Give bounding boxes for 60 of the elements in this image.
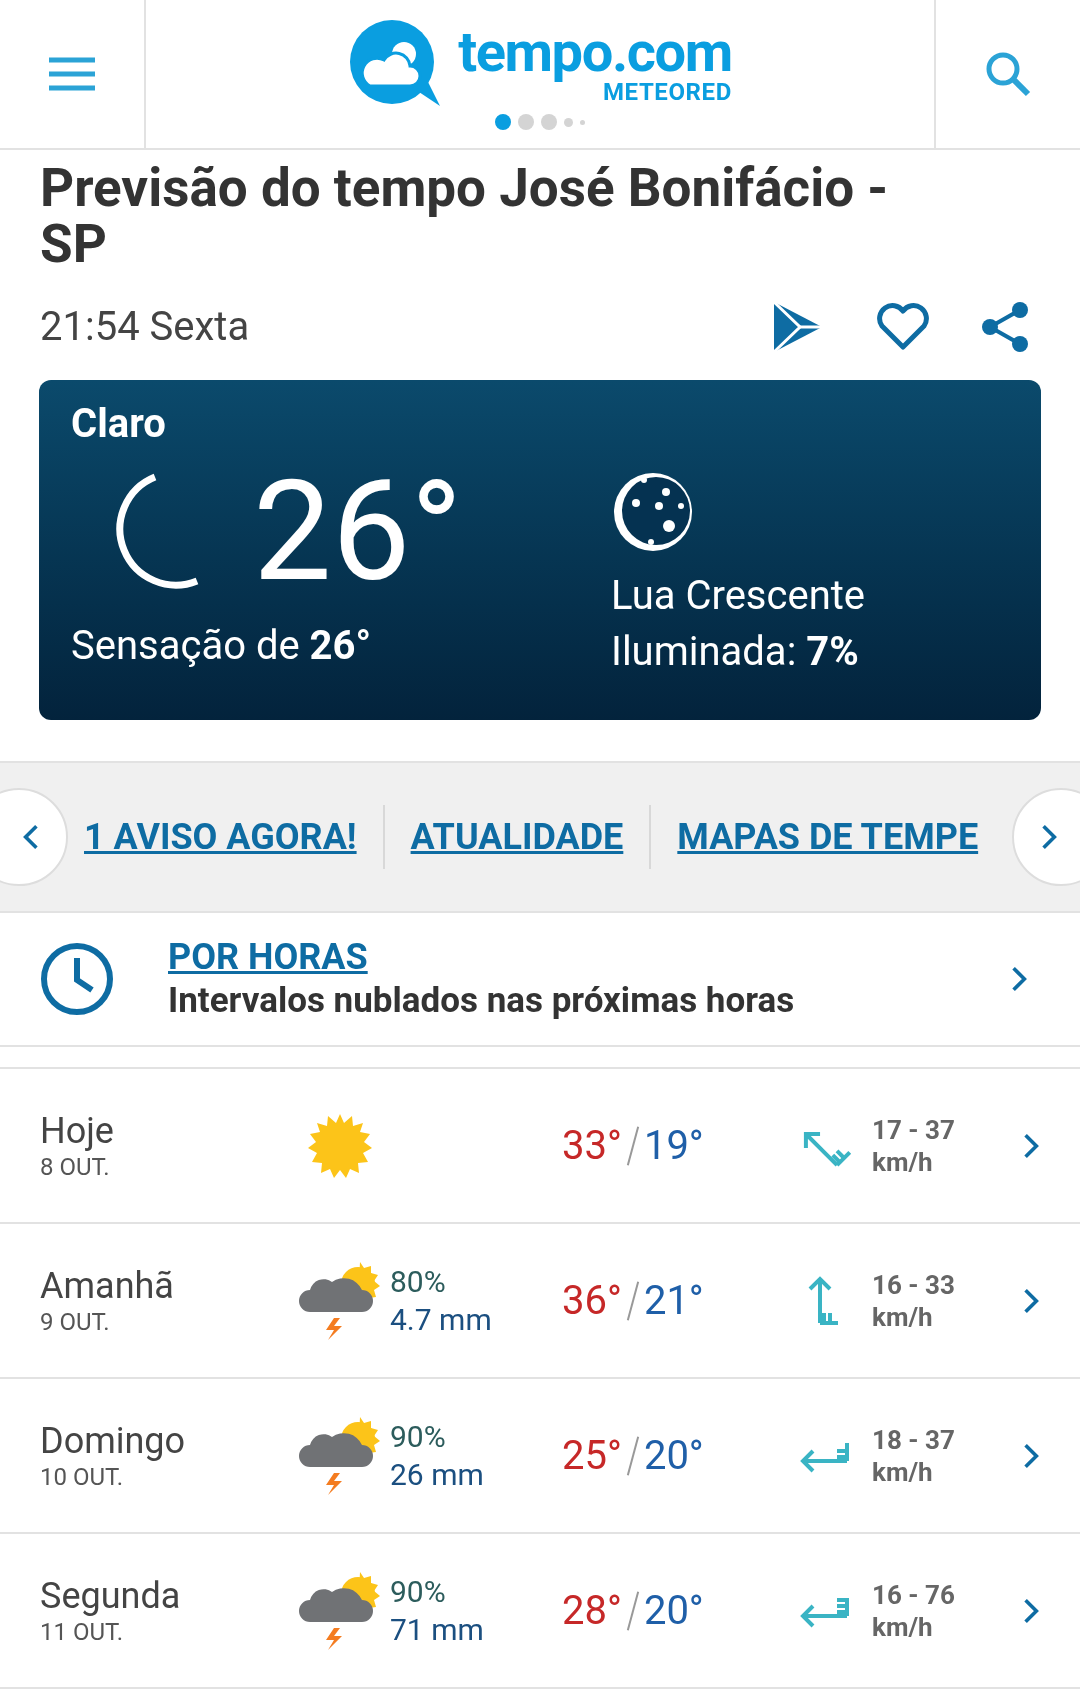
- local-time: 21:54 Sexta: [40, 302, 251, 352]
- wind-speed: 18 - 37: [872, 1423, 955, 1456]
- logo-subtitle: METEORED: [602, 80, 732, 104]
- forecast-row[interactable]: Segunda 11 OUT. 90% 71 mm 28° 20° 16 - 76 km/h: [0, 1534, 1080, 1689]
- nav-link[interactable]: MAPAS DE TEMPE: [677, 810, 979, 864]
- day-name: Segunda: [40, 1574, 182, 1617]
- condition-label: Claro: [71, 404, 167, 444]
- rain-amount: 26 mm: [390, 1455, 484, 1494]
- day-name: Amanhã: [40, 1264, 175, 1307]
- wind-unit: km/h: [872, 1300, 934, 1333]
- max-temperature: 33°: [562, 1120, 622, 1171]
- nav-link[interactable]: 1 AVISO AGORA!: [84, 810, 357, 864]
- day-date: 9 OUT.: [40, 1306, 111, 1337]
- max-temperature: 25°: [562, 1430, 622, 1481]
- logo-wordmark: tempo.com: [458, 24, 732, 80]
- chevron-left-icon: [22, 822, 40, 852]
- sun-icon: [307, 1112, 373, 1179]
- min-temperature: 19°: [643, 1120, 704, 1171]
- wind-speed: 16 - 76: [872, 1578, 955, 1611]
- page-title: Previsão do tempo José Bonifácio - SP: [40, 160, 890, 272]
- share-icon: [980, 300, 1030, 354]
- day-date: 8 OUT.: [40, 1151, 111, 1182]
- moon-phase-icon: [611, 470, 695, 554]
- max-temperature: 36°: [562, 1275, 622, 1326]
- clock-icon: [40, 942, 114, 1016]
- min-temperature: 21°: [643, 1275, 704, 1326]
- min-temperature: 20°: [643, 1430, 704, 1481]
- chevron-right-icon: [1040, 822, 1058, 852]
- rain-amount: 71 mm: [390, 1610, 484, 1649]
- day-date: 10 OUT.: [40, 1461, 125, 1492]
- forecast-row[interactable]: Hoje 8 OUT. 33° 19° 17 - 37 km/h: [0, 1069, 1080, 1224]
- forecast-row[interactable]: Domingo 10 OUT. 90% 26 mm 25° 20° 18 - 37 km/h: [0, 1379, 1080, 1534]
- hourly-summary: Intervalos nublados nas próximas horas: [168, 979, 796, 1023]
- current-temperature: 26°: [253, 461, 463, 601]
- favorite-button[interactable]: [876, 303, 930, 351]
- moon-phase-label: Lua Crescente: [611, 571, 866, 621]
- rain-amount: 4.7 mm: [390, 1300, 492, 1339]
- wind-speed: 17 - 37: [872, 1113, 955, 1146]
- feels-like-text: Sensação de 26°: [71, 621, 373, 671]
- menu-icon: [47, 56, 97, 92]
- wind-unit: km/h: [872, 1145, 934, 1178]
- rain-chance: 80%: [390, 1262, 447, 1301]
- wind-unit: km/h: [872, 1610, 934, 1643]
- day-name: Hoje: [40, 1109, 115, 1152]
- hourly-link[interactable]: POR HORAS: [168, 935, 368, 979]
- wind-unit: km/h: [872, 1455, 934, 1488]
- heart-icon: [876, 303, 930, 351]
- forecast-row[interactable]: Amanhã 9 OUT. 80% 4.7 mm 36° 21° 16 - 33 km/h: [0, 1224, 1080, 1379]
- search-icon: [984, 50, 1032, 98]
- day-date: 11 OUT.: [40, 1616, 125, 1647]
- share-button[interactable]: [980, 300, 1030, 354]
- rain-chance: 90%: [390, 1417, 447, 1456]
- nav-link[interactable]: ATUALIDADE: [410, 810, 624, 864]
- moon-illumination: Iluminada: 7%: [611, 627, 860, 677]
- day-name: Domingo: [40, 1419, 187, 1462]
- max-temperature: 28°: [562, 1585, 622, 1636]
- site-logo[interactable]: tempo.com METEORED: [348, 18, 732, 110]
- min-temperature: 20°: [643, 1585, 704, 1636]
- rain-chance: 90%: [390, 1572, 447, 1611]
- wind-speed: 16 - 33: [872, 1268, 955, 1301]
